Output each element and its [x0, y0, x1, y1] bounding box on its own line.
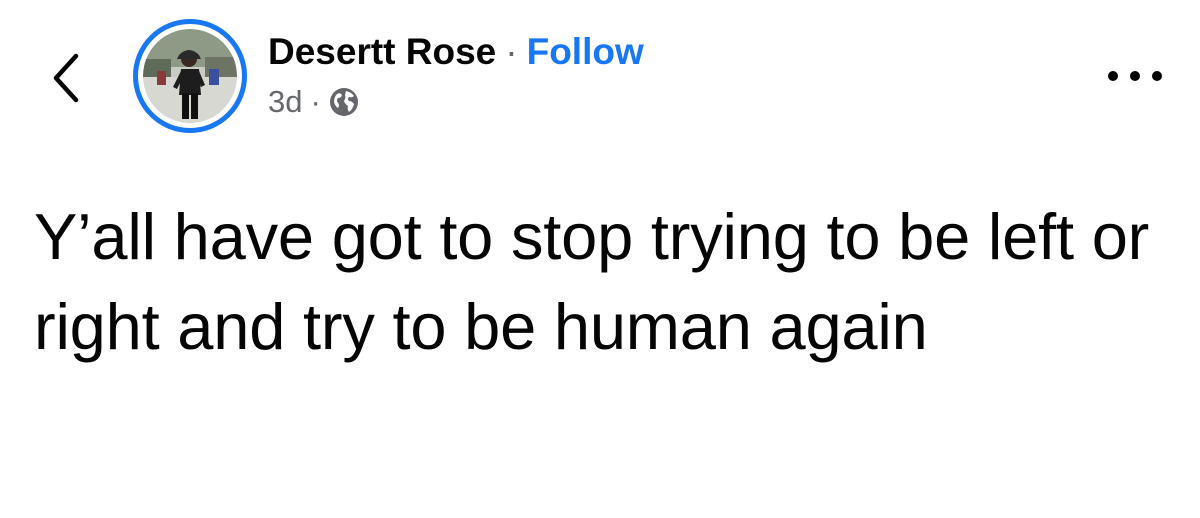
author-line: Desertt Rose · Follow: [268, 30, 644, 74]
globe-icon: [329, 88, 358, 116]
meta-separator: ·: [310, 84, 321, 119]
author-name[interactable]: Desertt Rose: [268, 30, 496, 74]
avatar-photo: [143, 29, 237, 123]
more-horizontal-icon: [1108, 71, 1162, 81]
post-header: Desertt Rose · Follow 3d ·: [268, 30, 644, 122]
more-options-button[interactable]: [1104, 56, 1166, 96]
post-meta: 3d ·: [268, 82, 644, 122]
name-separator: ·: [505, 31, 518, 72]
post-timestamp[interactable]: 3d: [268, 82, 302, 122]
avatar[interactable]: [133, 19, 247, 133]
follow-button[interactable]: Follow: [527, 30, 644, 74]
chevron-left-icon: [53, 53, 79, 103]
post-body-text: Y’all have got to stop trying to be left…: [34, 200, 1150, 363]
back-button[interactable]: [38, 46, 94, 110]
